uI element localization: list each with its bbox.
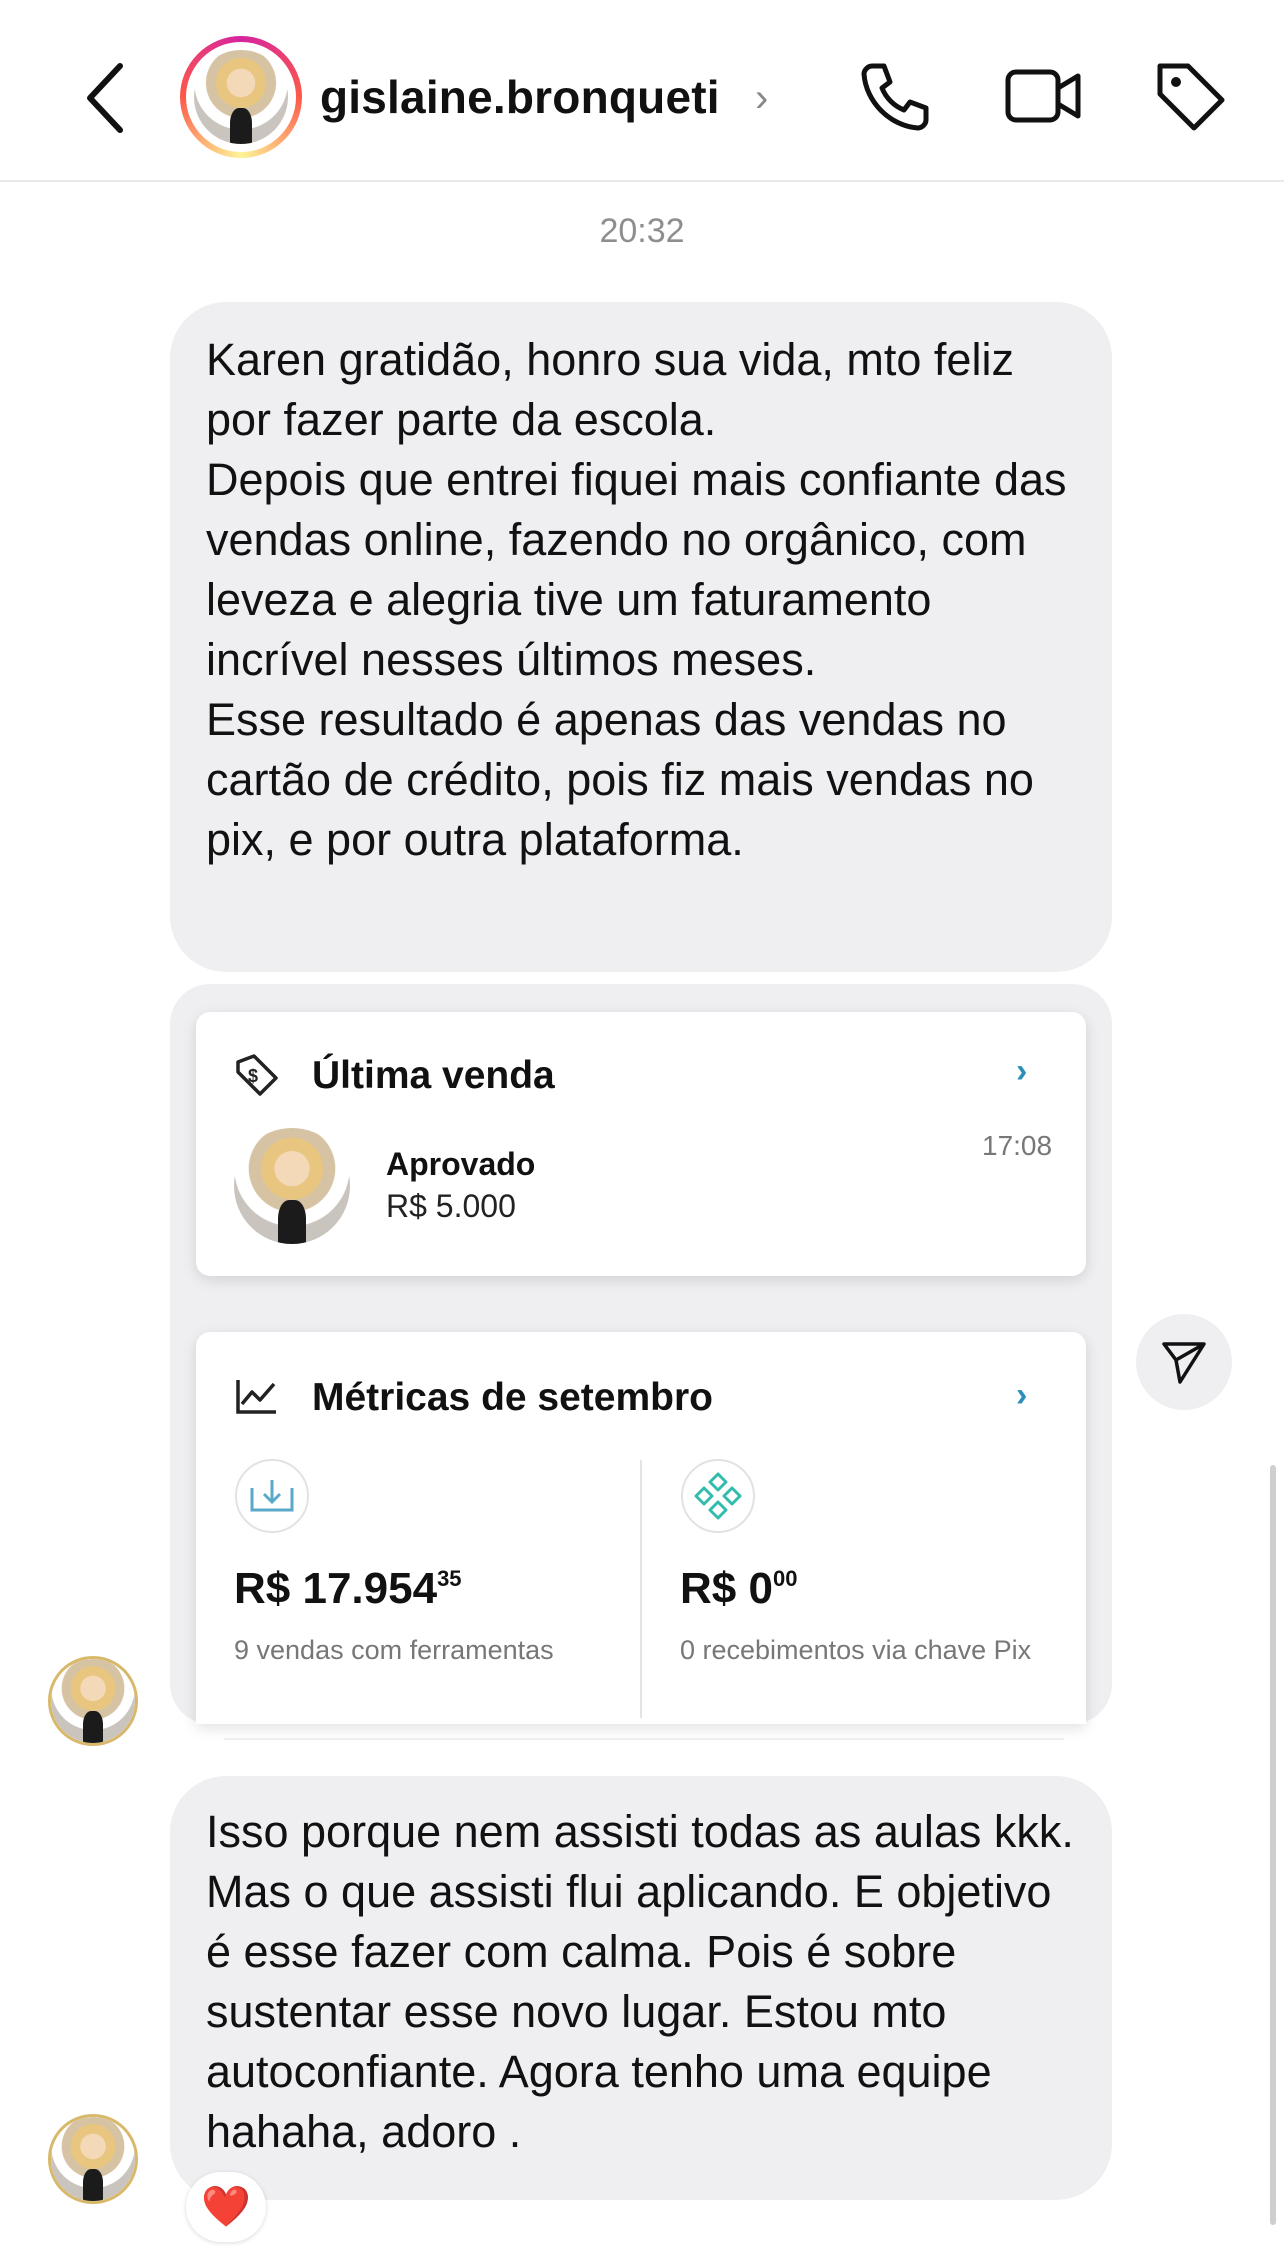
chat-header: gislaine.bronqueti ›: [0, 0, 1284, 182]
heart-icon: ❤️: [201, 2185, 251, 2229]
last-sale-chevron-icon[interactable]: ›: [1016, 1052, 1027, 1091]
message-paragraph: Depois que entrei fiquei mais confiante …: [206, 454, 1067, 685]
tools-sales-main: R$ 17.954: [234, 1564, 438, 1613]
pix-caption: 0 recebimentos via chave Pix: [680, 1635, 1032, 1665]
metrics-card: Métricas de setembro › R$ 17.95435 9 ven…: [196, 1332, 1086, 1724]
metrics-title: Métricas de setembro: [312, 1376, 713, 1419]
username[interactable]: gislaine.bronqueti: [320, 70, 720, 124]
last-sale-title: Última venda: [312, 1054, 555, 1097]
chart-line-icon: [236, 1380, 276, 1414]
sale-status: Aprovado: [386, 1146, 536, 1182]
pix-amount: R$ 000: [680, 1564, 797, 1614]
scrollbar[interactable]: [1270, 1465, 1276, 2225]
pix-main: R$ 0: [680, 1564, 773, 1613]
tools-sales-cents: 35: [437, 1566, 462, 1591]
sender-avatar[interactable]: [48, 2114, 138, 2204]
last-sale-card: $ Última venda › Aprovado R$ 5.000 17:08: [196, 1012, 1086, 1276]
money-tag-icon: $: [236, 1054, 278, 1096]
send-icon: [1162, 1342, 1206, 1384]
phone-icon[interactable]: [858, 58, 934, 134]
sender-avatar[interactable]: [48, 1656, 138, 1746]
sale-amount: R$ 5.000: [386, 1188, 516, 1224]
tools-sales-amount: R$ 17.95435: [234, 1564, 462, 1614]
profile-avatar[interactable]: [180, 36, 302, 158]
message-paragraph: Esse resultado é apenas das vendas no ca…: [206, 694, 1034, 865]
metrics-chevron-icon[interactable]: ›: [1016, 1376, 1027, 1415]
share-button[interactable]: [1136, 1314, 1232, 1410]
pix-cents: 00: [772, 1566, 798, 1591]
metrics-divider: [640, 1460, 642, 1718]
download-tray-icon: [235, 1459, 309, 1533]
message-text-first: Karen gratidão, honro sua vida, mto feli…: [206, 330, 1086, 870]
sale-time: 17:08: [982, 1130, 1053, 1161]
message-timestamp: 20:32: [599, 212, 685, 250]
image-bottom-divider: [224, 1738, 1064, 1740]
video-camera-icon[interactable]: [1004, 58, 1084, 134]
tag-icon[interactable]: [1152, 58, 1228, 134]
back-chevron-icon[interactable]: [80, 58, 140, 138]
heart-reaction[interactable]: ❤️: [186, 2172, 266, 2242]
pix-icon: [681, 1459, 755, 1533]
message-text-last: Isso porque nem assisti todas as aulas k…: [206, 1806, 1074, 2157]
message-paragraph: Karen gratidão, honro sua vida, mto feli…: [206, 334, 1014, 445]
buyer-avatar: [234, 1128, 350, 1244]
tools-sales-caption: 9 vendas com ferramentas: [234, 1635, 554, 1665]
svg-text:$: $: [248, 1066, 258, 1086]
profile-chevron-icon[interactable]: ›: [755, 76, 768, 121]
